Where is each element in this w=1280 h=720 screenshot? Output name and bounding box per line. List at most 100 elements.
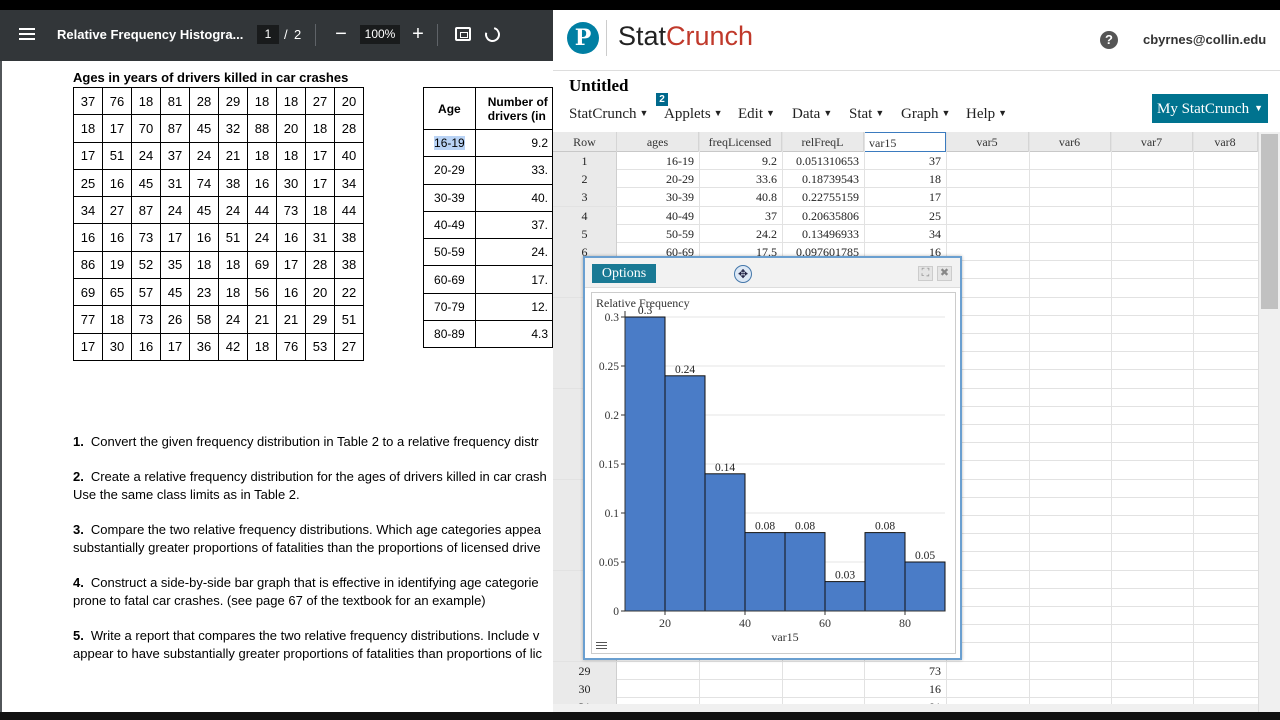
age-cell: 20-29 <box>423 156 476 185</box>
grid-cell[interactable]: 0.051310653 <box>782 152 864 170</box>
grid-cell[interactable] <box>782 662 864 680</box>
grid-cell[interactable]: 16 <box>864 680 946 698</box>
menu-data[interactable]: Data ▼ <box>792 106 832 123</box>
menu-edit[interactable]: Edit ▼ <box>738 106 775 123</box>
question-line: 1. Convert the given frequency distributi… <box>73 434 539 449</box>
grid-cell[interactable]: 37 <box>699 207 782 225</box>
grid-cell[interactable]: 37 <box>864 152 946 170</box>
grid-cell[interactable]: 40.8 <box>699 188 782 206</box>
grid-cell[interactable] <box>699 662 782 680</box>
grid-cell[interactable] <box>617 680 699 698</box>
vertical-scrollbar[interactable] <box>1258 132 1280 712</box>
ages-cell: 51 <box>218 223 248 252</box>
zoom-in-button[interactable]: + <box>407 22 429 46</box>
ages-cell: 38 <box>334 223 364 252</box>
page-number-input[interactable]: 1 <box>257 25 279 44</box>
grid-cell[interactable]: 16-19 <box>617 152 699 170</box>
column-header-var6[interactable]: var6 <box>1029 132 1111 152</box>
ages-table-row: 86 19 52 35 18 18 69 17 28 38 <box>73 250 364 280</box>
table-row[interactable]: 1 16-19 9.2 0.051310653 37 <box>553 152 1258 171</box>
statcrunch-header: P StatCrunch ? cbyrnes@collin.edu <box>553 10 1280 71</box>
scrollbar-thumb[interactable] <box>1261 134 1278 309</box>
user-account[interactable]: cbyrnes@collin.edu <box>1143 32 1266 47</box>
grid-cell[interactable]: 30-39 <box>617 188 699 206</box>
ages-cell: 16 <box>276 223 306 252</box>
expand-icon[interactable]: ⛶ <box>918 266 933 281</box>
table-row[interactable]: 3 30-39 40.8 0.22755159 17 <box>553 188 1258 207</box>
ages-cell: 77 <box>73 305 103 334</box>
ages-cell: 21 <box>247 305 277 334</box>
menu-statcrunch[interactable]: StatCrunch ▼ 2 <box>569 93 668 123</box>
ages-cell: 16 <box>73 223 103 252</box>
grid-cell[interactable] <box>699 680 782 698</box>
grid-cell[interactable]: 0.13496933 <box>782 225 864 243</box>
grid-cell[interactable]: 18 <box>864 170 946 188</box>
bar-data-label: 0.3 <box>638 305 653 317</box>
grid-column-line <box>1029 132 1030 712</box>
menu-applets[interactable]: Applets ▼ <box>664 106 723 123</box>
ages-cell: 53 <box>305 332 335 361</box>
column-header-var8[interactable]: var8 <box>1193 132 1258 152</box>
graph-titlebar[interactable]: Options ✥ ⛶ ✖ <box>585 258 960 288</box>
row-number: 1 <box>553 152 617 170</box>
ages-cell: 27 <box>102 196 132 225</box>
table-row[interactable]: 5 50-59 24.2 0.13496933 34 <box>553 224 1258 243</box>
menu-stat[interactable]: Stat ▼ <box>849 106 884 123</box>
grid-cell[interactable]: 20-29 <box>617 170 699 188</box>
grid-cell[interactable]: 34 <box>864 225 946 243</box>
question-number: 2. <box>73 469 84 484</box>
pdf-viewer: Relative Frequency Histogra... 1 / 2 − 1… <box>0 10 553 712</box>
column-header-freqlicensed[interactable]: freqLicensed <box>699 132 782 152</box>
grid-cell[interactable]: 9.2 <box>699 152 782 170</box>
zoom-input[interactable]: 100% <box>360 25 400 44</box>
grid-cell[interactable] <box>782 680 864 698</box>
ages-table-row: 69 65 57 45 23 18 56 16 20 22 <box>73 278 364 307</box>
ages-cell: 21 <box>218 141 248 170</box>
fit-page-icon[interactable] <box>455 27 471 41</box>
number-cell: 24. <box>474 238 553 267</box>
menu-graph[interactable]: Graph ▼ <box>901 106 950 123</box>
ages-cell: 38 <box>218 168 248 198</box>
menu-help[interactable]: Help ▼ <box>966 106 1007 123</box>
grid-cell[interactable] <box>617 662 699 680</box>
zoom-out-button[interactable]: − <box>330 22 352 46</box>
grid-cell[interactable]: 73 <box>864 662 946 680</box>
table-row[interactable]: 4 40-49 37 0.20635806 25 <box>553 206 1258 225</box>
graph-window[interactable]: Options ✥ ⛶ ✖ Relative Frequency 0 0.05 0.1… <box>583 256 962 660</box>
options-button[interactable]: Options <box>592 264 656 283</box>
table-row[interactable]: 29 73 <box>553 662 1258 681</box>
ages-cell: 81 <box>160 86 190 116</box>
graph-menu-icon[interactable] <box>596 642 607 650</box>
grid-cell[interactable]: 24.2 <box>699 225 782 243</box>
ages-cell: 24 <box>189 141 219 170</box>
ages-cell: 34 <box>73 196 103 225</box>
ages-table-row: 34 27 87 24 45 24 44 73 18 44 <box>73 196 364 225</box>
column-header-var7[interactable]: var7 <box>1111 132 1193 152</box>
column-header-row[interactable]: Row <box>553 132 617 152</box>
close-icon[interactable]: ✖ <box>937 266 952 281</box>
my-statcrunch-button[interactable]: My StatCrunch ▼ <box>1152 94 1268 123</box>
horizontal-scrollbar[interactable] <box>553 704 1258 712</box>
grid-cell[interactable]: 17 <box>864 188 946 206</box>
ages-cell: 18 <box>247 141 277 170</box>
table-row[interactable]: 2 20-29 33.6 0.18739543 18 <box>553 170 1258 189</box>
grid-cell[interactable]: 0.20635806 <box>782 207 864 225</box>
document-title[interactable]: Untitled <box>569 76 629 96</box>
help-icon[interactable]: ? <box>1100 31 1118 49</box>
ages-cell: 17 <box>305 141 335 170</box>
table-row[interactable]: 30 16 <box>553 680 1258 699</box>
ages-cell: 18 <box>305 114 335 143</box>
question-item: 2. Create a relative frequency distributi… <box>73 468 547 504</box>
grid-cell[interactable]: 50-59 <box>617 225 699 243</box>
rotate-icon[interactable] <box>482 24 503 45</box>
column-header-relfreql[interactable]: relFreqL <box>782 132 864 152</box>
column-header-ages[interactable]: ages <box>617 132 699 152</box>
grid-cell[interactable]: 25 <box>864 207 946 225</box>
grid-cell[interactable]: 33.6 <box>699 170 782 188</box>
grid-cell[interactable]: 0.22755159 <box>782 188 864 206</box>
column-header-var5[interactable]: var5 <box>946 132 1029 152</box>
grid-cell[interactable]: 0.18739543 <box>782 170 864 188</box>
column-header-var15[interactable]: var15 <box>864 132 946 152</box>
menu-icon[interactable] <box>19 28 35 40</box>
grid-cell[interactable]: 40-49 <box>617 207 699 225</box>
